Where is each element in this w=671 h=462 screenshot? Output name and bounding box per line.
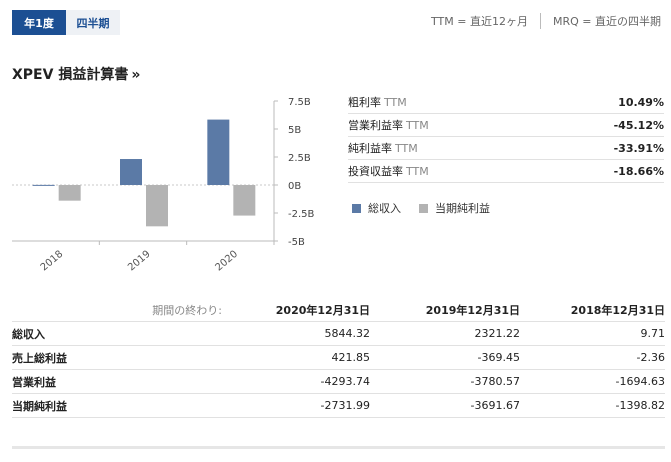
table-cell: -2731.99 bbox=[320, 399, 370, 412]
table-header: 期間の終わり: 2020年12月31日 2019年12月31日 2018年12月… bbox=[12, 298, 665, 322]
period-tabs: 年1度 四半期 bbox=[12, 10, 120, 35]
ratio-value: -18.66% bbox=[613, 164, 664, 178]
ttm-mrq-legend: TTM = 直近12ヶ月 MRQ = 直近の四半期 bbox=[431, 13, 661, 29]
bar-net-income bbox=[233, 185, 256, 216]
page-title[interactable]: XPEV 損益計算書 bbox=[12, 67, 128, 83]
row-label: 総収入 bbox=[12, 327, 45, 341]
table-cell: -369.45 bbox=[477, 351, 520, 364]
ratio-row: 投資収益率 TTM -18.66% bbox=[348, 160, 664, 183]
row-label: 当期純利益 bbox=[12, 399, 67, 413]
ratio-label: 投資収益率 TTM bbox=[348, 165, 429, 178]
bar-revenue bbox=[32, 184, 55, 186]
table-cell: -1694.63 bbox=[615, 375, 665, 388]
legend-label: 総収入 bbox=[368, 202, 401, 215]
ratios-table: 粗利率 TTM 10.49% 営業利益率 TTM -45.12% 純利益率 TTM -… bbox=[348, 91, 664, 183]
table-cell: -2.36 bbox=[636, 351, 665, 364]
ratio-value: -33.91% bbox=[613, 141, 664, 155]
table-row: 当期純利益 -2731.99 -3691.67 -1398.82 bbox=[12, 394, 665, 418]
income-statement-title[interactable]: XPEV 損益計算書» bbox=[12, 64, 140, 84]
y-tick-label: 7.5B bbox=[288, 97, 311, 108]
row-label: 売上総利益 bbox=[12, 351, 67, 365]
income-statement-table: 期間の終わり: 2020年12月31日 2019年12月31日 2018年12月… bbox=[12, 298, 665, 418]
y-tick-label: 2.5B bbox=[288, 153, 311, 164]
column-header: 2020年12月31日 bbox=[275, 303, 370, 317]
legend-item-net-income: 当期純利益 bbox=[419, 200, 490, 216]
ratio-value: -45.12% bbox=[613, 118, 664, 132]
divider bbox=[539, 13, 541, 29]
table-cell: 9.71 bbox=[640, 327, 666, 340]
table-cell: 421.85 bbox=[331, 351, 371, 364]
legend-swatch bbox=[352, 203, 361, 213]
table-row: 総収入 5844.32 2321.22 9.71 bbox=[12, 322, 665, 346]
bar-revenue bbox=[207, 119, 230, 185]
row-label: 営業利益 bbox=[12, 375, 56, 389]
legend-swatch bbox=[419, 203, 428, 213]
x-tick-label: 2020 bbox=[213, 249, 240, 273]
legend-label: 当期純利益 bbox=[435, 202, 490, 215]
ratio-value: 10.49% bbox=[618, 95, 664, 109]
column-header: 2018年12月31日 bbox=[570, 303, 665, 317]
bar-net-income bbox=[58, 185, 81, 201]
y-tick-label: -5B bbox=[288, 237, 305, 248]
bar-revenue bbox=[120, 159, 142, 185]
tab-annual[interactable]: 年1度 bbox=[12, 10, 66, 35]
ratio-label: 純利益率 TTM bbox=[348, 142, 418, 155]
period-end-label: 期間の終わり: bbox=[152, 303, 222, 317]
table-cell: 5844.32 bbox=[324, 327, 371, 340]
double-chevron-right-icon[interactable]: » bbox=[131, 67, 140, 83]
table-cell: -3691.67 bbox=[470, 399, 520, 412]
y-tick-label: 5B bbox=[288, 125, 301, 136]
table-cell: -4293.74 bbox=[320, 375, 370, 388]
ratio-row: 営業利益率 TTM -45.12% bbox=[348, 114, 664, 137]
section-divider bbox=[12, 446, 665, 449]
ratio-label: 粗利率 TTM bbox=[348, 96, 407, 109]
ratio-row: 粗利率 TTM 10.49% bbox=[348, 91, 664, 114]
ttm-definition: TTM = 直近12ヶ月 bbox=[431, 15, 528, 28]
mrq-definition: MRQ = 直近の四半期 bbox=[552, 15, 661, 28]
table-row: 売上総利益 421.85 -369.45 -2.36 bbox=[12, 346, 665, 370]
tab-quarterly[interactable]: 四半期 bbox=[66, 10, 120, 35]
chart-legend: 総収入 当期純利益 bbox=[352, 200, 508, 216]
x-tick-label: 2018 bbox=[39, 249, 66, 273]
table-cell: 2321.22 bbox=[474, 327, 521, 340]
y-tick-label: -2.5B bbox=[288, 209, 315, 220]
table-cell: -1398.82 bbox=[615, 399, 665, 412]
legend-item-revenue: 総収入 bbox=[352, 200, 401, 216]
table-cell: -3780.57 bbox=[470, 375, 520, 388]
table-row: 営業利益 -4293.74 -3780.57 -1694.63 bbox=[12, 370, 665, 394]
ratio-label: 営業利益率 TTM bbox=[348, 119, 429, 132]
income-bar-chart: 7.5B 5B 2.5B 0B -2.5B -5B 2018 2019 2020 bbox=[12, 97, 315, 273]
y-tick-label: 0B bbox=[288, 181, 301, 192]
bar-net-income bbox=[146, 185, 168, 227]
column-header: 2019年12月31日 bbox=[425, 303, 520, 317]
x-tick-label: 2019 bbox=[126, 249, 153, 273]
ratio-row: 純利益率 TTM -33.91% bbox=[348, 137, 664, 160]
